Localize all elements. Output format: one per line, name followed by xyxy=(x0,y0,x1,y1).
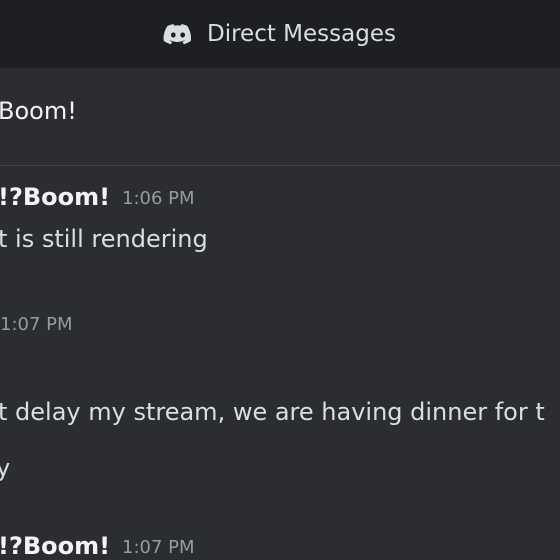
discord-logo-icon xyxy=(163,24,192,45)
message-timestamp: 1:07 PM xyxy=(122,537,195,558)
message-author[interactable]: !?Boom! xyxy=(0,532,110,560)
message-text: t is still rendering xyxy=(0,225,208,253)
message-timestamp: 1:07 PM xyxy=(0,314,73,335)
message-author[interactable]: !?Boom! xyxy=(0,183,110,211)
conversation-header-name: Boom! xyxy=(0,97,77,125)
top-bar: Direct Messages xyxy=(0,0,560,68)
top-bar-title: Direct Messages xyxy=(207,21,396,47)
message-timestamp: 1:06 PM xyxy=(122,188,195,209)
conversation-header: Boom! xyxy=(0,68,560,166)
direct-messages-button[interactable]: Direct Messages xyxy=(163,18,396,50)
message-text-line: y xyxy=(0,454,11,482)
message-text-line: t delay my stream, we are having dinner … xyxy=(0,398,545,426)
discord-dm-window: Direct Messages Boom! !?Boom! 1:06 PM t … xyxy=(0,0,560,560)
